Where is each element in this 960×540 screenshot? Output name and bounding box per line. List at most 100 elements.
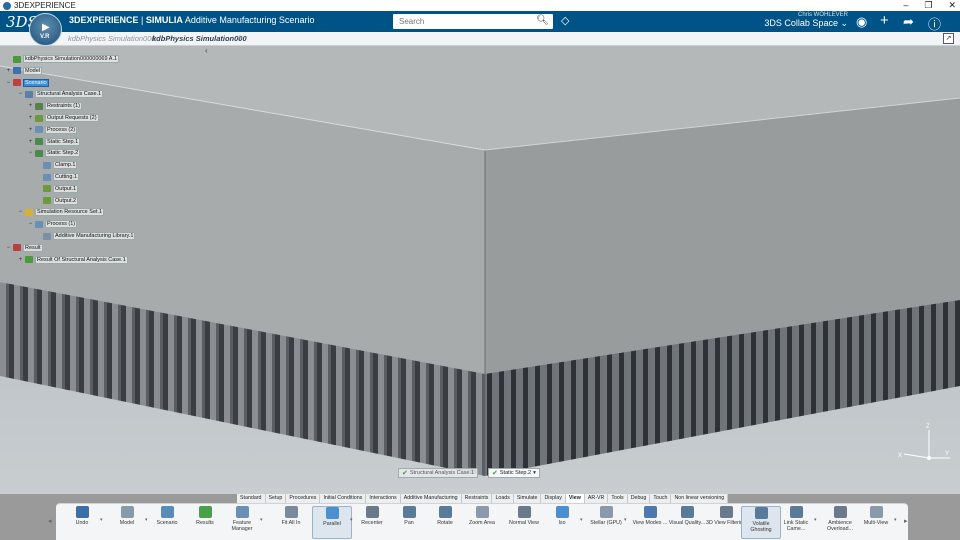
- tree-node[interactable]: Clamp.1: [36, 161, 78, 170]
- volatile-ghosting-button[interactable]: Volatile Ghosting: [741, 506, 781, 539]
- expand-icon[interactable]: ↗: [943, 33, 954, 44]
- fit-all-in-button[interactable]: Fit All In: [271, 506, 311, 526]
- collapse-icon[interactable]: −: [18, 209, 23, 215]
- collapse-icon[interactable]: −: [6, 245, 11, 251]
- action-tab[interactable]: Tools: [608, 494, 628, 503]
- tree-node[interactable]: + Result Of Structural Analysis Case.1: [18, 255, 128, 264]
- action-tab[interactable]: Display: [541, 494, 566, 503]
- tree-node[interactable]: Output.1: [36, 184, 79, 193]
- tab-simulation-1[interactable]: kdbPhysics Simulation000: [68, 34, 156, 43]
- scroll-right-icon[interactable]: ▸: [904, 517, 908, 525]
- tree-node-label[interactable]: Simulation Resource Set.1: [35, 208, 105, 217]
- expand-icon[interactable]: +: [28, 139, 33, 145]
- action-tab[interactable]: Debug: [627, 494, 651, 503]
- parallel-button[interactable]: Parallel: [312, 506, 352, 539]
- action-tab[interactable]: Procedures: [286, 494, 321, 503]
- multi-view-button[interactable]: Multi-View: [856, 506, 896, 526]
- tree-node[interactable]: Cutting.1: [36, 173, 80, 181]
- action-tab[interactable]: Non linear versioning: [671, 494, 729, 503]
- action-tab[interactable]: AR-VR: [584, 494, 609, 503]
- dropdown-icon[interactable]: ▾: [814, 517, 817, 523]
- tree-node-label[interactable]: Output Requests (2): [45, 114, 99, 122]
- dropdown-icon[interactable]: ▾: [533, 470, 536, 476]
- dropdown-icon[interactable]: ▾: [100, 517, 103, 523]
- minimize-button[interactable]: –: [903, 0, 908, 11]
- scenario-button[interactable]: Scenario: [147, 506, 187, 526]
- tree-node-label[interactable]: Restraints (1): [45, 102, 83, 111]
- search-icon[interactable]: 🔍︎: [536, 15, 549, 26]
- tree-node[interactable]: − Static Step.2: [28, 149, 81, 158]
- visual-quality-button[interactable]: Visual Quality...: [667, 506, 707, 526]
- tab-simulation-2[interactable]: kdbPhysics Simulation000: [152, 34, 247, 43]
- action-tab[interactable]: Restraints: [461, 494, 493, 503]
- view-modes-button[interactable]: View Modes ...: [630, 506, 670, 526]
- tree-node-label[interactable]: Process (2): [45, 125, 78, 134]
- tree-node-label[interactable]: Additive Manufacturing Library.1: [53, 232, 136, 240]
- collapse-icon[interactable]: −: [28, 221, 33, 227]
- tree-node-label[interactable]: Clamp.1: [53, 161, 78, 170]
- tree-node[interactable]: − Result: [6, 243, 43, 252]
- tree-node[interactable]: + Process (2): [28, 125, 78, 134]
- tree-node[interactable]: + Model: [6, 66, 42, 75]
- tree-node-label[interactable]: Process (1): [45, 220, 78, 229]
- tree-node[interactable]: + Output Requests (2): [28, 114, 99, 122]
- expand-icon[interactable]: +: [6, 68, 11, 74]
- dropdown-icon[interactable]: ▾: [894, 517, 897, 523]
- collapse-icon[interactable]: −: [6, 80, 11, 86]
- dropdown-icon[interactable]: ▾: [260, 517, 263, 523]
- action-tab[interactable]: Touch: [650, 494, 672, 503]
- feature-manager-button[interactable]: Feature Manager: [222, 506, 262, 532]
- model-button[interactable]: Model: [107, 506, 147, 526]
- help-icon[interactable]: ⓘ: [928, 14, 941, 33]
- action-tab[interactable]: Simulate: [513, 494, 542, 503]
- tree-node[interactable]: − Scenario: [6, 78, 49, 87]
- tree-node-label[interactable]: Result Of Structural Analysis Case.1: [35, 255, 128, 264]
- tree-node[interactable]: Output.2: [36, 196, 79, 205]
- tree-node-label[interactable]: Static Step.1: [45, 137, 81, 146]
- 3d-viewport[interactable]: [0, 46, 960, 494]
- ambience-button[interactable]: Ambience Overload...: [820, 506, 860, 532]
- action-tab[interactable]: Setup: [265, 494, 287, 503]
- user-icon[interactable]: ◉: [856, 14, 867, 30]
- add-icon[interactable]: +: [880, 12, 889, 29]
- axis-triad[interactable]: Z X Y: [896, 420, 952, 470]
- tree-node-label[interactable]: Result: [23, 243, 43, 252]
- iso-button[interactable]: Iso: [542, 506, 582, 526]
- tree-node[interactable]: + Restraints (1): [28, 102, 83, 111]
- expand-icon[interactable]: +: [18, 257, 23, 263]
- link-camera-button[interactable]: Link Static Came...: [776, 506, 816, 532]
- tree-node-label[interactable]: Output.1: [53, 184, 79, 193]
- share-icon[interactable]: ➦: [903, 14, 914, 30]
- add-tab-icon[interactable]: +: [237, 33, 243, 44]
- action-tab[interactable]: Initial Conditions: [320, 494, 367, 503]
- step-pill-analysis-case[interactable]: ✔ Structural Analysis Case.1: [398, 468, 479, 478]
- tag-icon[interactable]: ◇: [561, 14, 569, 27]
- tree-node[interactable]: Additive Manufacturing Library.1: [36, 232, 136, 240]
- tree-node-label[interactable]: Scenario: [23, 78, 49, 87]
- zoom-area-button[interactable]: Zoom Area: [462, 506, 502, 526]
- tree-node-label[interactable]: Structural Analysis Case.1: [35, 90, 104, 99]
- undo-button[interactable]: Undo: [62, 506, 102, 526]
- tree-node-label[interactable]: Model: [23, 66, 42, 75]
- action-tab[interactable]: Interactions: [366, 494, 401, 503]
- user-info[interactable]: Chris WOHLEVER 3DS Collab Space ⌄: [764, 12, 848, 29]
- action-tab[interactable]: View: [565, 494, 585, 503]
- pan-button[interactable]: Pan: [389, 506, 429, 526]
- expand-icon[interactable]: +: [28, 115, 33, 121]
- dropdown-icon[interactable]: ▾: [624, 517, 627, 523]
- tree-node-label[interactable]: Static Step.2: [45, 149, 81, 158]
- compass-icon[interactable]: ▶ V.R: [29, 13, 62, 46]
- search-input[interactable]: [393, 17, 533, 26]
- tree-node[interactable]: − Structural Analysis Case.1: [18, 90, 104, 99]
- view-filtering-button[interactable]: 3D View Filtering: [706, 506, 746, 526]
- tree-node-label[interactable]: Output.2: [53, 196, 79, 205]
- close-button[interactable]: ✕: [948, 0, 956, 11]
- stellar-button[interactable]: Stellar (GPU): [586, 506, 626, 526]
- scroll-left-icon[interactable]: ◂: [48, 517, 52, 525]
- tree-node[interactable]: kdbPhysics Simulation000000069 A.1: [6, 55, 120, 63]
- collapse-icon[interactable]: −: [18, 91, 23, 97]
- tree-node[interactable]: − Simulation Resource Set.1: [18, 208, 105, 217]
- tree-node[interactable]: + Static Step.1: [28, 137, 81, 146]
- expand-icon[interactable]: +: [28, 103, 33, 109]
- action-tab[interactable]: Standard: [237, 494, 266, 503]
